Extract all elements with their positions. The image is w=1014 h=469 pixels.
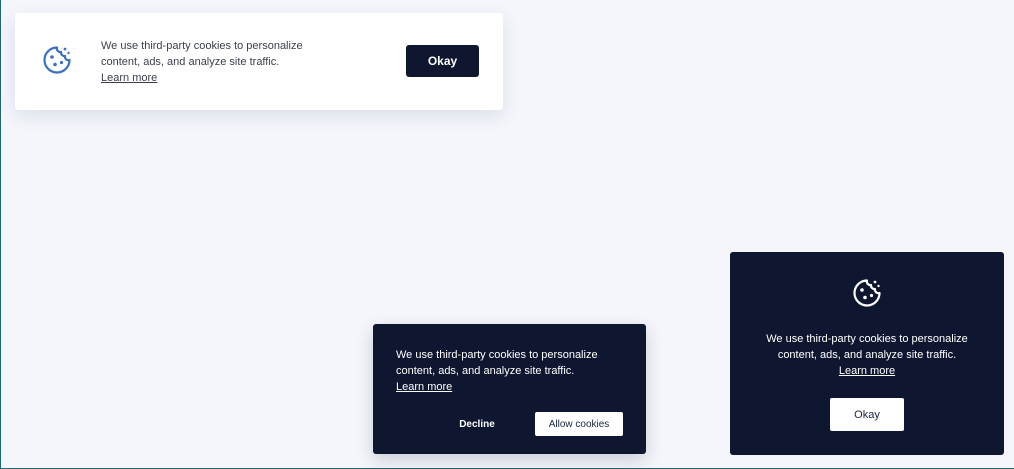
cookie-message-block: We use third-party cookies to personaliz… (747, 331, 987, 379)
cookie-message: We use third-party cookies to personaliz… (396, 349, 598, 377)
learn-more-link[interactable]: Learn more (839, 363, 895, 379)
cookie-message-block: We use third-party cookies to personaliz… (101, 38, 331, 86)
cookie-message-block: We use third-party cookies to personaliz… (396, 347, 626, 395)
cookie-icon (41, 44, 73, 76)
cookie-banner-light: We use third-party cookies to personaliz… (15, 13, 503, 110)
cookie-banner-dark-centered: We use third-party cookies to personaliz… (730, 252, 1004, 455)
decline-button[interactable]: Decline (443, 412, 511, 436)
cookie-message: We use third-party cookies to personaliz… (766, 333, 968, 361)
page: We use third-party cookies to personaliz… (0, 0, 1014, 469)
cookie-banner-dark-actions: We use third-party cookies to personaliz… (373, 324, 646, 454)
learn-more-link[interactable]: Learn more (396, 379, 452, 395)
cookie-icon (851, 277, 883, 309)
cookie-message: We use third-party cookies to personaliz… (101, 40, 303, 68)
okay-button[interactable]: Okay (406, 45, 479, 77)
allow-cookies-button[interactable]: Allow cookies (535, 412, 623, 436)
okay-button[interactable]: Okay (830, 398, 904, 431)
learn-more-link[interactable]: Learn more (101, 70, 157, 86)
